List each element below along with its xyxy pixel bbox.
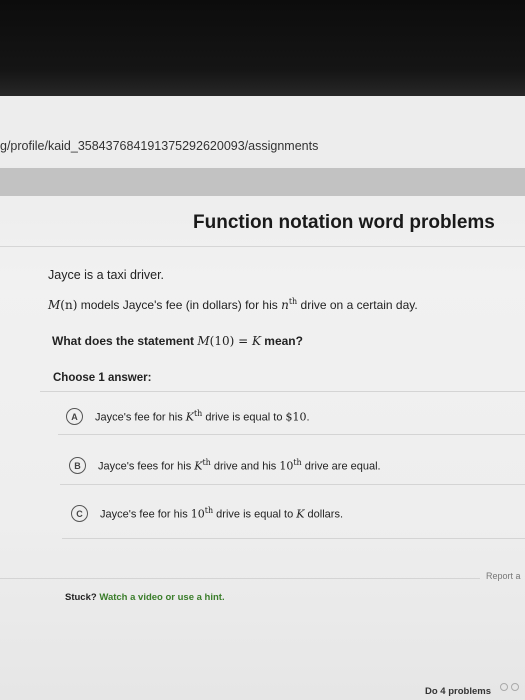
choice-letter-b[interactable]: B — [69, 457, 86, 474]
stuck-hint: Stuck? Watch a video or use a hint. — [65, 592, 225, 603]
choice-c-v2: K — [296, 507, 305, 521]
choice-a-v1: K — [185, 410, 194, 424]
choice-b-t3: drive are equal. — [301, 460, 381, 473]
choice-divider — [62, 538, 525, 539]
choice-a-v2: $10 — [285, 410, 307, 424]
choice-b-t1: Jayce's fees for his — [98, 460, 195, 473]
choice-divider — [58, 434, 525, 435]
footer-divider — [0, 578, 480, 579]
choice-b-v2: 10 — [279, 459, 294, 473]
address-bar[interactable] — [0, 96, 525, 166]
model-text-mid: models Jayce's fee (in dollars) for his — [77, 298, 282, 312]
choice-b-t2: drive and his — [210, 460, 280, 473]
choice-c-t2: drive is equal to — [213, 508, 297, 521]
choice-c-text: Jayce's fee for his 10th drive is equal … — [100, 506, 343, 521]
progress-dot-icon — [511, 683, 519, 691]
question-math-arg: (10) = — [209, 334, 252, 348]
question-math-fn: M — [197, 334, 210, 348]
choice-b-s1: th — [202, 458, 211, 468]
monitor-bezel — [0, 0, 525, 100]
choice-b-text: Jayce's fees for his Kth drive and his 1… — [98, 458, 381, 473]
answer-choice-b[interactable]: B Jayce's fees for his Kth drive and his… — [69, 457, 381, 474]
do-problems-label: Do 4 problems — [425, 686, 491, 697]
answer-choice-a[interactable]: A Jayce's fee for his Kth drive is equal… — [66, 408, 310, 425]
choice-a-t3: . — [306, 411, 310, 424]
math-function-arg: (n) — [60, 298, 78, 312]
question-math-k: K — [251, 334, 261, 348]
question-prompt: What does the statement M(10) = K mean? — [52, 334, 303, 348]
question-suffix: mean? — [260, 334, 303, 348]
progress-dot-icon — [500, 683, 508, 691]
hint-link[interactable]: Watch a video or use a hint. — [99, 592, 224, 603]
choose-label: Choose 1 answer: — [53, 372, 152, 384]
choice-c-t1: Jayce's fee for his — [100, 508, 191, 521]
choice-b-s2: th — [293, 458, 302, 468]
choice-divider — [40, 391, 525, 392]
choice-a-t2: drive is equal to — [202, 411, 286, 424]
stuck-label: Stuck? — [65, 592, 97, 603]
math-variable-n: n — [281, 298, 289, 312]
answer-choice-c[interactable]: C Jayce's fee for his 10th drive is equa… — [71, 505, 343, 522]
choice-a-t1: Jayce's fee for his — [95, 411, 186, 424]
choice-divider — [60, 484, 525, 485]
progress-dots — [500, 683, 519, 691]
choice-c-v1: 10 — [190, 507, 205, 521]
model-text-suffix: drive on a certain day. — [297, 298, 418, 312]
problem-intro: Jayce is a taxi driver. — [48, 268, 165, 282]
problem-model-statement: M(n) models Jayce's fee (in dollars) for… — [48, 297, 418, 312]
report-link[interactable]: Report a — [486, 571, 521, 581]
choice-letter-c[interactable]: C — [71, 505, 88, 522]
choice-letter-a[interactable]: A — [66, 408, 83, 425]
exercise-title: Function notation word problems — [193, 212, 495, 233]
math-function-name: M — [48, 298, 61, 312]
exercise-header-band — [0, 168, 525, 196]
title-divider — [0, 246, 525, 247]
choice-c-t3: dollars. — [304, 508, 344, 521]
question-prefix: What does the statement — [52, 334, 198, 348]
math-superscript-th: th — [288, 297, 298, 306]
choice-a-text: Jayce's fee for his Kth drive is equal t… — [95, 409, 310, 424]
url-text[interactable]: g/profile/kaid_358437684191375292620093/… — [0, 139, 318, 153]
choice-c-s1: th — [204, 506, 214, 516]
